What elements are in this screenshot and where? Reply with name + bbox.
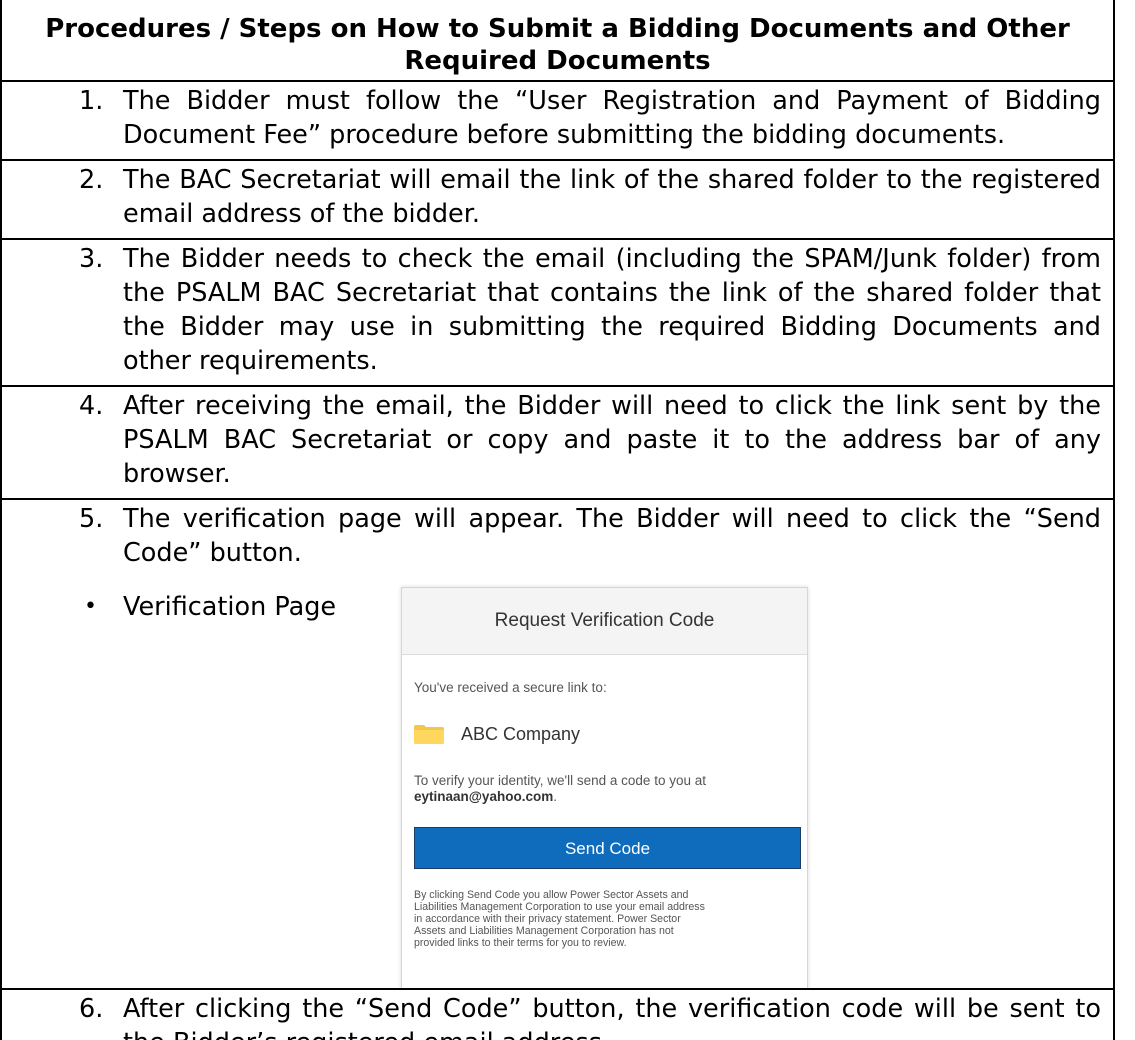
verification-page-label: Verification Page (123, 592, 337, 622)
step-number: 3. (79, 244, 104, 274)
step-row-3: 3. The Bidder needs to check the email (… (2, 240, 1113, 387)
step-text: After receiving the email, the Bidder wi… (123, 391, 1101, 489)
shared-folder: ABC Company (414, 723, 795, 745)
step-text: The BAC Secretariat will email the link … (123, 165, 1101, 229)
step-row-4: 4. After receiving the email, the Bidder… (2, 387, 1113, 500)
step-text: After clicking the “Send Code” button, t… (123, 994, 1101, 1040)
folder-name: ABC Company (461, 724, 581, 744)
step-row-2: 2. The BAC Secretariat will email the li… (2, 161, 1113, 240)
step-row-1: 1. The Bidder must follow the “User Regi… (2, 82, 1113, 161)
folder-icon (414, 725, 444, 744)
step-text: The verification page will appear. The B… (123, 504, 1101, 568)
consent-note: By clicking Send Code you allow Power Se… (414, 889, 705, 949)
step-row-5: 5. The verification page will appear. Th… (2, 500, 1113, 990)
procedure-table: Procedures / Steps on How to Submit a Bi… (0, 0, 1115, 1040)
received-link-text: You've received a secure link to: (414, 680, 607, 695)
step-number: 6. (79, 994, 104, 1024)
dialog-heading: Request Verification Code (402, 588, 807, 655)
step-number: 2. (79, 165, 104, 195)
step-number: 4. (79, 391, 104, 421)
page-title: Procedures / Steps on How to Submit a Bi… (45, 14, 1070, 76)
step-row-6: 6. After clicking the “Send Code” button… (2, 990, 1113, 1040)
send-code-button[interactable]: Send Code (414, 827, 801, 869)
table-header: Procedures / Steps on How to Submit a Bi… (2, 0, 1113, 82)
dialog-body: You've received a secure link to: ABC Co… (402, 680, 807, 949)
step-text: The Bidder needs to check the email (inc… (123, 244, 1101, 376)
bullet-marker: • (84, 594, 97, 619)
verification-dialog-screenshot: Request Verification Code You've receive… (401, 587, 808, 988)
verify-identity-text: To verify your identity, we'll send a co… (414, 773, 706, 804)
step-number: 1. (79, 86, 104, 116)
email-address: eytinaan@yahoo.com (414, 789, 554, 804)
step-number: 5. (79, 504, 104, 534)
step-text: The Bidder must follow the “User Registr… (123, 86, 1101, 150)
